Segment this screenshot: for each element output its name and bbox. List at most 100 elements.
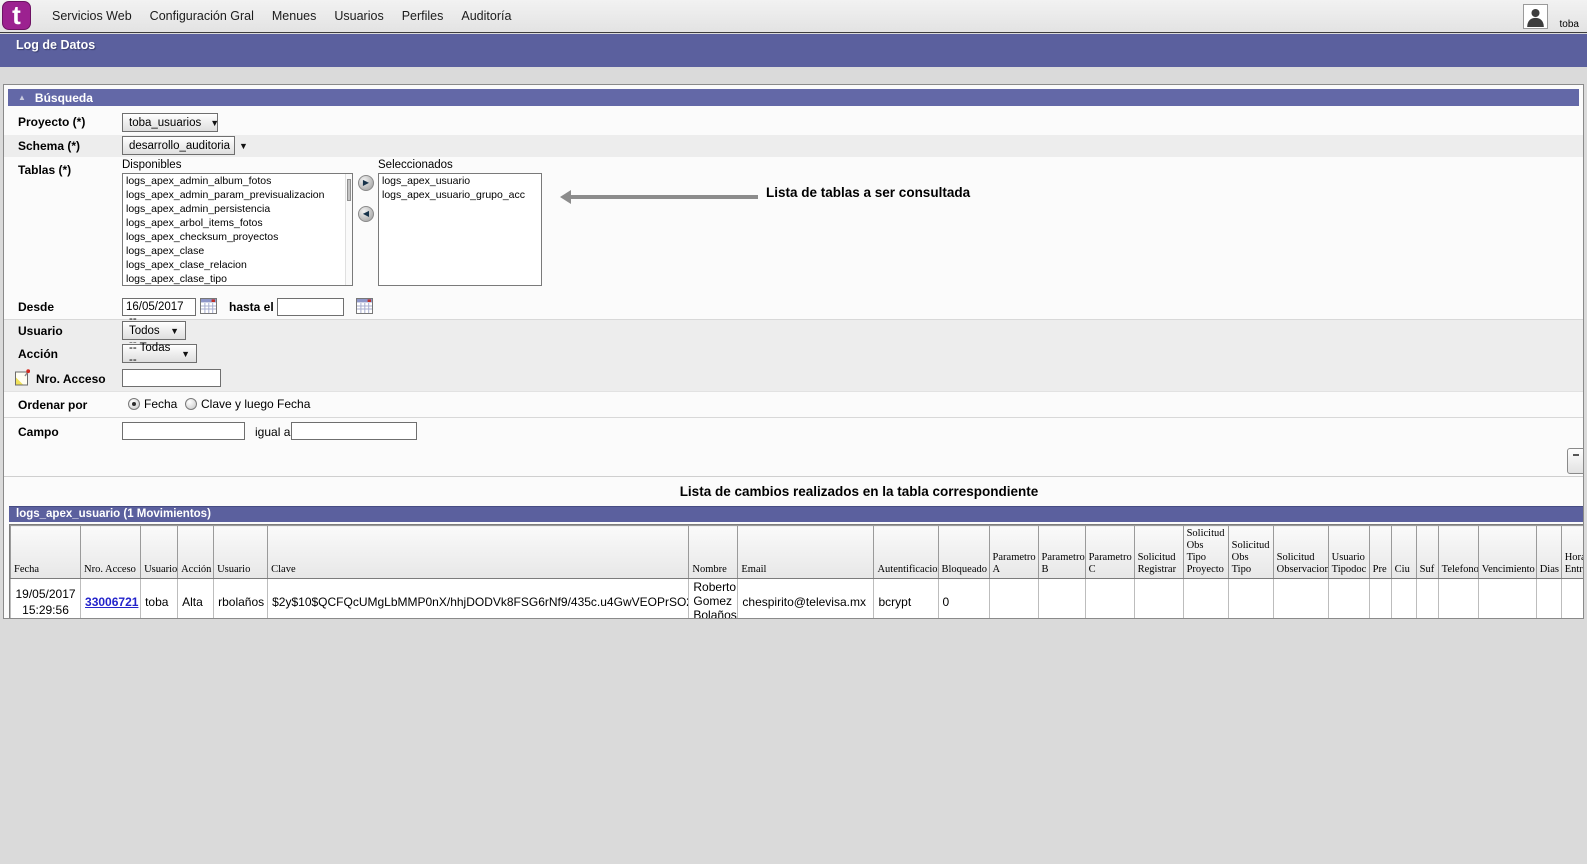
accion-label: Acción <box>18 347 59 361</box>
top-bar: t Servicios Web Configuración Gral Menues U… <box>0 0 1587 33</box>
hasta-input[interactable] <box>277 298 344 316</box>
list-option[interactable]: logs_apex_usuario <box>379 174 541 188</box>
results-header-row: Fecha Nro. Acceso Usuario Acción Usuario Clav… <box>10 524 1583 580</box>
column-header: Dias <box>1535 524 1562 580</box>
menu-item-auditor-a[interactable]: Auditoría <box>461 9 511 23</box>
list-option[interactable]: logs_apex_admin_album_fotos <box>123 174 352 188</box>
column-header: Usuario Tipodoc <box>1327 524 1370 580</box>
menu-item-configuraci-n-gral[interactable]: Configuración Gral <box>150 9 254 23</box>
row-nro-acceso: Nro. Acceso <box>4 366 1583 391</box>
seleccionados-list[interactable]: logs_apex_usuario logs_apex_usuario_grupo… <box>378 173 542 286</box>
proyecto-value: toba_usuarios <box>129 116 202 129</box>
edit-note-icon[interactable] <box>15 369 30 386</box>
nro-acceso-input[interactable] <box>122 369 221 387</box>
schema-value: desarrollo_auditoria <box>129 139 231 152</box>
ordenar-radio[interactable]: Fecha <box>128 397 177 411</box>
results-section-header: logs_apex_usuario (1 Movimientos) <box>9 506 1583 522</box>
desde-label: Desde <box>18 300 55 314</box>
disponibles-list[interactable]: logs_apex_admin_album_fotos logs_apex_adm… <box>122 173 353 286</box>
nro-acceso-link[interactable]: 33006721 <box>85 595 138 609</box>
radio-label: Clave y luego Fecha <box>201 397 311 411</box>
accion-select[interactable]: -- Todas -- ▼ <box>122 341 197 366</box>
table-cell <box>1437 578 1479 618</box>
schema-select[interactable]: desarrollo_auditoria ▼ <box>122 136 248 155</box>
table-cell <box>1133 578 1184 618</box>
page-title-bar: Log de Datos <box>0 34 1587 67</box>
main-menu: Servicios Web Configuración Gral Menues Usu… <box>52 0 511 32</box>
column-header: Fecha <box>10 524 82 580</box>
seleccionados-label: Seleccionados <box>378 159 453 171</box>
table-cell <box>1182 578 1229 618</box>
usuario-label: Usuario <box>18 324 63 338</box>
calendar-icon[interactable] <box>356 298 373 314</box>
proyecto-label: Proyecto (*) <box>18 115 86 129</box>
menu-item-perfiles[interactable]: Perfiles <box>402 9 444 23</box>
campo-label: Campo <box>18 425 59 439</box>
annotation-arrow <box>560 190 760 204</box>
list-option[interactable]: logs_apex_admin_persistencia <box>123 202 352 216</box>
column-header: Solicitud Obs Tipo <box>1227 524 1274 580</box>
filter-button[interactable] <box>1567 448 1583 474</box>
table-cell: Alta <box>177 578 215 618</box>
move-left-button[interactable]: ◀ <box>358 206 374 222</box>
scrollbar[interactable] <box>345 174 352 285</box>
radio-button-icon[interactable] <box>128 398 140 410</box>
row-accion: Acción -- Todas -- ▼ <box>4 341 1583 366</box>
user-avatar[interactable] <box>1523 4 1548 29</box>
list-option[interactable]: logs_apex_admin_param_previsualizacion <box>123 188 352 202</box>
accion-value: -- Todas -- <box>129 341 171 366</box>
table-cell <box>1327 578 1370 618</box>
column-header: Usuario <box>140 524 179 580</box>
scrollbar-thumb[interactable] <box>347 179 351 201</box>
proyecto-select[interactable]: toba_usuarios ▼ <box>122 113 219 132</box>
row-tablas: Tablas (*) Disponibles logs_apex_admin_a… <box>4 157 1583 295</box>
row-schema: Schema (*) desarrollo_auditoria ▼ <box>4 135 1583 157</box>
list-option[interactable]: logs_apex_clase_relacion <box>123 258 352 272</box>
column-header: Solicitud Registrar <box>1133 524 1184 580</box>
move-left-icon: ◀ <box>362 209 370 218</box>
row-proyecto: Proyecto (*) toba_usuarios ▼ <box>4 110 1583 135</box>
table-cell: 19/05/2017 15:29:56 <box>10 578 82 618</box>
menu-item-servicios-web[interactable]: Servicios Web <box>52 9 132 23</box>
collapse-triangle-icon[interactable]: ▲ <box>18 93 26 102</box>
table-cell <box>1227 578 1274 618</box>
ordenar-label: Ordenar por <box>18 398 88 412</box>
table-cell: 0 <box>937 578 990 618</box>
list-option[interactable]: logs_apex_arbol_items_fotos <box>123 216 352 230</box>
table-cell: Roberto Gomez Bolaños <box>688 578 739 618</box>
schema-label: Schema (*) <box>18 139 81 153</box>
list-option[interactable]: logs_apex_clase <box>123 244 352 258</box>
radio-button-icon[interactable] <box>185 398 197 410</box>
column-header: Nro. Acceso <box>80 524 142 580</box>
move-right-button[interactable]: ▶ <box>358 175 374 191</box>
ordenar-radio[interactable]: Clave y luego Fecha <box>185 397 310 411</box>
table-cell <box>1415 578 1439 618</box>
row-desde: Desde hasta el <box>4 295 1583 320</box>
column-header: Suf <box>1415 524 1439 580</box>
results-body: 19/05/2017 15:29:56 33006721 toba Alta rbola… <box>10 578 1583 618</box>
column-header: Autentificacion <box>873 524 939 580</box>
search-section-header: ▲ Búsqueda <box>8 89 1579 106</box>
campo-valor-input[interactable] <box>291 422 417 440</box>
row-campo: Campo igual a <box>4 417 1583 444</box>
toba-logo[interactable]: t <box>2 1 31 30</box>
table-row: 19/05/2017 15:29:56 33006721 toba Alta rbola… <box>10 578 1583 618</box>
campo-input[interactable] <box>122 422 245 440</box>
table-cell: 33006721 <box>80 578 142 618</box>
list-option[interactable]: logs_apex_clase_tipo <box>123 272 352 285</box>
table-cell <box>1477 578 1537 618</box>
list-option[interactable]: logs_apex_usuario_grupo_acc <box>379 188 541 202</box>
menu-item-usuarios[interactable]: Usuarios <box>334 9 383 23</box>
column-header: Usuario <box>213 524 269 580</box>
table-cell <box>988 578 1039 618</box>
calendar-icon[interactable] <box>200 298 217 314</box>
igual-a-label: igual a <box>255 425 291 439</box>
chevron-down-icon: ▼ <box>181 348 190 359</box>
nro-acceso-label: Nro. Acceso <box>36 372 106 386</box>
usuario-select[interactable]: -- Todos -- ▼ <box>122 313 186 349</box>
row-ordenar: Ordenar por Fecha Clave y luego Fecha <box>4 391 1583 417</box>
chevron-down-icon: ▼ <box>239 140 248 151</box>
menu-item-menues[interactable]: Menues <box>272 9 316 23</box>
column-header: Parametro B <box>1037 524 1086 580</box>
list-option[interactable]: logs_apex_checksum_proyectos <box>123 230 352 244</box>
